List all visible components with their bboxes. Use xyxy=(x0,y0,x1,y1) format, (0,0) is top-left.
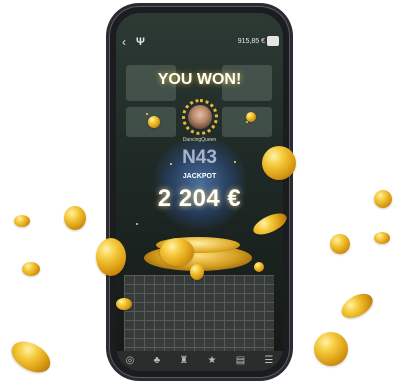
app-logo: Ψ xyxy=(136,36,145,48)
favorites-icon[interactable]: ★ xyxy=(208,356,217,366)
jackpot-amount: 2 204 € xyxy=(157,185,242,212)
coin-decoration xyxy=(254,262,264,272)
coin-decoration xyxy=(64,206,86,230)
coin-decoration xyxy=(374,190,392,208)
ball-number: N43 xyxy=(182,147,217,168)
sparkle xyxy=(170,163,172,165)
back-icon[interactable]: ‹ xyxy=(122,35,126,49)
tournament-icon[interactable]: ♜ xyxy=(179,356,188,366)
phone-screen: ‹ Ψ 915,85 € YOU WON! DancingQueen N43 J… xyxy=(116,13,283,371)
coin-decoration xyxy=(314,332,348,366)
wallet-icon[interactable] xyxy=(267,36,279,46)
coin-decoration xyxy=(262,146,296,180)
phone-frame: ‹ Ψ 915,85 € YOU WON! DancingQueen N43 J… xyxy=(109,6,290,378)
coin-decoration xyxy=(116,298,132,310)
sparkle xyxy=(136,223,138,225)
coin-decoration xyxy=(148,116,160,128)
status-bar: ‹ Ψ 915,85 € xyxy=(116,35,283,51)
coin-decoration xyxy=(337,288,377,324)
win-title: YOU WON! xyxy=(157,71,242,88)
home-icon[interactable]: ◎ xyxy=(126,356,135,366)
tab-bar: ◎ ♣ ♜ ★ ▤ ☰ xyxy=(116,351,283,371)
coin-decoration xyxy=(246,112,256,122)
bingo-card-grid xyxy=(124,275,274,351)
avatar xyxy=(188,105,212,129)
coin-decoration xyxy=(160,238,194,266)
balance-text: 915,85 € xyxy=(237,38,265,45)
sparkle xyxy=(146,113,148,115)
winner-username: DancingQueen xyxy=(182,137,217,143)
coin-decoration xyxy=(6,335,56,379)
messages-icon[interactable]: ▤ xyxy=(236,356,245,366)
coin-decoration xyxy=(330,234,350,254)
coin-decoration xyxy=(22,262,40,276)
sparkle xyxy=(234,161,236,163)
coin-decoration xyxy=(374,232,390,244)
menu-icon[interactable]: ☰ xyxy=(264,356,273,366)
coin-decoration xyxy=(96,238,126,276)
jackpot-label: JACKPOT xyxy=(182,173,217,180)
coin-decoration xyxy=(14,215,30,227)
games-icon[interactable]: ♣ xyxy=(154,356,161,366)
coin-decoration xyxy=(190,264,204,280)
